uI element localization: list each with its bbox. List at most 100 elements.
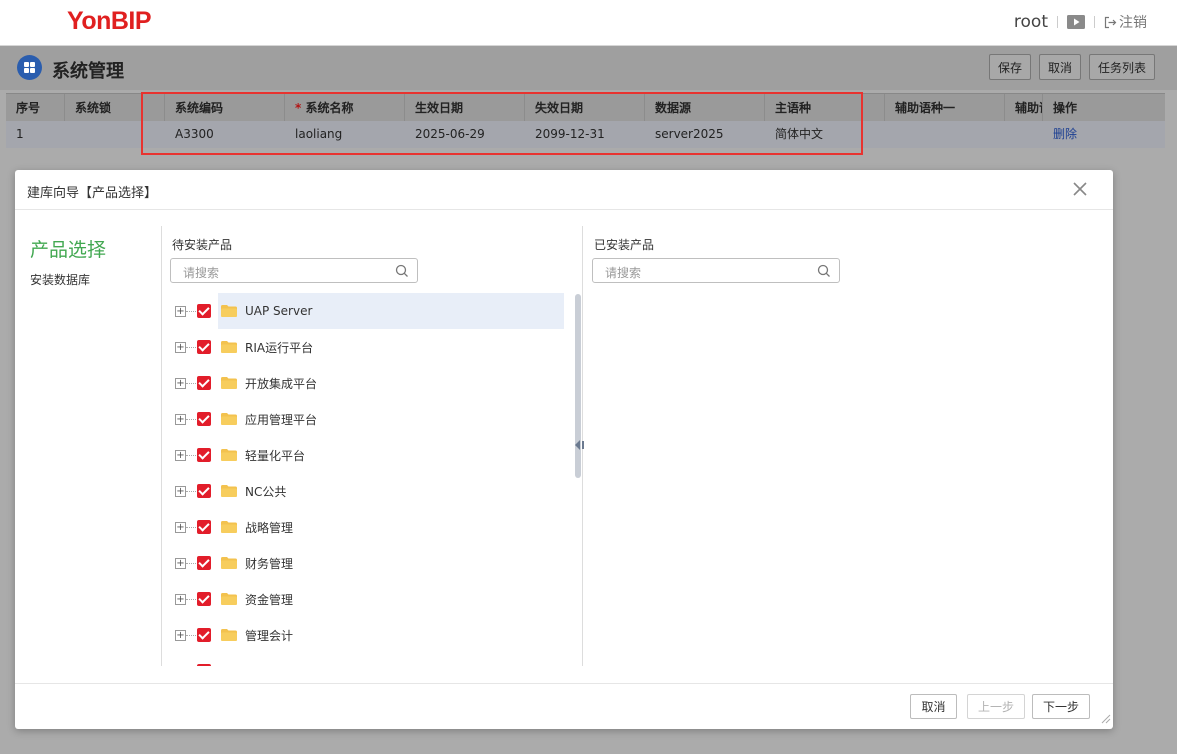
cell-aux-language-2[interactable] — [1005, 121, 1043, 148]
top-header: YonBIP root 注销 — [0, 0, 1177, 46]
tree-item[interactable]: + 资金管理 — [170, 581, 564, 617]
cell-aux-language-1[interactable] — [885, 121, 1005, 148]
task-list-button[interactable]: 任务列表 — [1088, 54, 1155, 80]
dialog-title: 建库向导【产品选择】 — [27, 186, 158, 201]
step-next: 安装数据库 — [30, 273, 91, 287]
column-header: 序号 — [6, 94, 65, 121]
wizard-steps: 产品选择 安装数据库 — [30, 235, 106, 288]
checkbox[interactable] — [197, 340, 211, 354]
checkbox[interactable] — [197, 376, 211, 390]
expand-icon[interactable]: + — [175, 593, 186, 605]
tree-item-label: 开放集成平台 — [245, 376, 318, 391]
tree-item-label: 管理会计 — [245, 628, 294, 643]
header-actions: root 注销 — [1014, 12, 1147, 32]
folder-icon — [221, 521, 237, 533]
folder-icon — [221, 485, 237, 497]
tree-item[interactable]: + NC公共 — [170, 473, 564, 509]
tree-item[interactable]: + 管理会计 — [170, 617, 564, 653]
tree-connector — [186, 562, 196, 564]
cancel-button[interactable]: 取消 — [1038, 54, 1081, 80]
tree-item-label: 轻量化平台 — [245, 448, 306, 463]
tree-connector — [186, 634, 196, 636]
divider — [1094, 16, 1095, 28]
dialog-header: 建库向导【产品选择】 — [15, 170, 1113, 210]
search-placeholder: 请搜索 — [183, 266, 220, 280]
divider — [161, 226, 162, 666]
expand-icon[interactable]: + — [175, 485, 186, 497]
search-icon[interactable] — [395, 264, 409, 281]
logout-icon — [1104, 16, 1117, 28]
tree-item-label: UAP Server — [245, 304, 313, 318]
expand-icon[interactable]: + — [175, 557, 186, 569]
save-button[interactable]: 保存 — [988, 54, 1031, 80]
tree-item[interactable]: + 应用管理平台 — [170, 401, 564, 437]
checkbox[interactable] — [197, 628, 211, 642]
close-icon[interactable] — [1073, 179, 1087, 201]
expand-icon[interactable]: + — [175, 521, 186, 533]
checkbox[interactable] — [197, 448, 211, 462]
expand-icon[interactable]: + — [175, 305, 186, 317]
folder-icon — [221, 305, 237, 317]
folder-icon — [221, 413, 237, 425]
expand-icon[interactable]: + — [175, 665, 186, 666]
installed-products-label: 已安装产品 — [594, 238, 655, 252]
pending-products-label: 待安装产品 — [172, 238, 233, 252]
tree-connector — [186, 346, 196, 348]
checkbox[interactable] — [197, 484, 211, 498]
folder-icon — [221, 593, 237, 605]
expand-icon[interactable]: + — [175, 413, 186, 425]
tree-connector — [186, 526, 196, 528]
highlight-annotation — [141, 92, 863, 155]
expand-icon[interactable]: + — [175, 449, 186, 461]
resize-grip-icon[interactable] — [1099, 712, 1111, 727]
setup-wizard-dialog: 建库向导【产品选择】 产品选择 安装数据库 待安装产品 请搜索 + UAP Se… — [15, 170, 1113, 729]
pending-search-input[interactable]: 请搜索 — [170, 258, 418, 283]
folder-icon — [221, 377, 237, 389]
expand-icon[interactable]: + — [175, 341, 186, 353]
tree-connector — [186, 382, 196, 384]
tree-connector — [186, 598, 196, 600]
cell-action: 删除 — [1043, 121, 1165, 148]
tree-item[interactable]: + 轻量化平台 — [170, 437, 564, 473]
tree-connector — [186, 454, 196, 456]
folder-icon — [221, 629, 237, 641]
checkbox[interactable] — [197, 304, 211, 318]
folder-icon — [221, 557, 237, 569]
checkbox[interactable] — [197, 556, 211, 570]
cell-index: 1 — [16, 127, 24, 141]
product-tree: + UAP Server + RIA运行平台 + 开放集成平台 + 应用管理平台… — [170, 293, 564, 666]
page-title: 系统管理 — [52, 61, 124, 82]
checkbox[interactable] — [197, 664, 211, 666]
tree-item[interactable]: + UAP Server — [170, 293, 564, 329]
checkbox[interactable] — [197, 412, 211, 426]
video-icon[interactable] — [1067, 14, 1085, 30]
username[interactable]: root — [1014, 12, 1048, 32]
expand-icon[interactable]: + — [175, 629, 186, 641]
tree-item[interactable]: + 开放集成平台 — [170, 365, 564, 401]
prev-step-button[interactable]: 上一步 — [967, 694, 1025, 719]
system-management-icon — [17, 55, 42, 80]
tree-item[interactable]: + 战略管理 — [170, 509, 564, 545]
column-header: 辅助语种一 — [885, 94, 1005, 121]
installed-search-input[interactable]: 请搜索 — [592, 258, 840, 283]
page-toolbar: 保存 取消 任务列表 — [988, 54, 1155, 80]
tree-connector — [186, 310, 196, 312]
dialog-cancel-button[interactable]: 取消 — [910, 694, 957, 719]
tree-item-label: NC公共 — [245, 484, 287, 499]
checkbox[interactable] — [197, 592, 211, 606]
collapse-handle-icon[interactable] — [574, 438, 586, 452]
logout-button[interactable]: 注销 — [1104, 12, 1147, 32]
logout-label: 注销 — [1119, 15, 1147, 31]
search-icon[interactable] — [817, 264, 831, 281]
tree-item[interactable]: + 财务管理 — [170, 545, 564, 581]
tree-connector — [186, 418, 196, 420]
next-step-button[interactable]: 下一步 — [1032, 694, 1090, 719]
step-current: 产品选择 — [30, 239, 107, 261]
page-titlebar: 系统管理 保存 取消 任务列表 — [0, 46, 1177, 90]
expand-icon[interactable]: + — [175, 377, 186, 389]
tree-item[interactable]: + RIA运行平台 — [170, 329, 564, 365]
column-header: 辅助语 — [1005, 94, 1043, 121]
tree-item-partial[interactable]: + — [170, 653, 564, 666]
checkbox[interactable] — [197, 520, 211, 534]
delete-link[interactable]: 删除 — [1053, 127, 1077, 141]
